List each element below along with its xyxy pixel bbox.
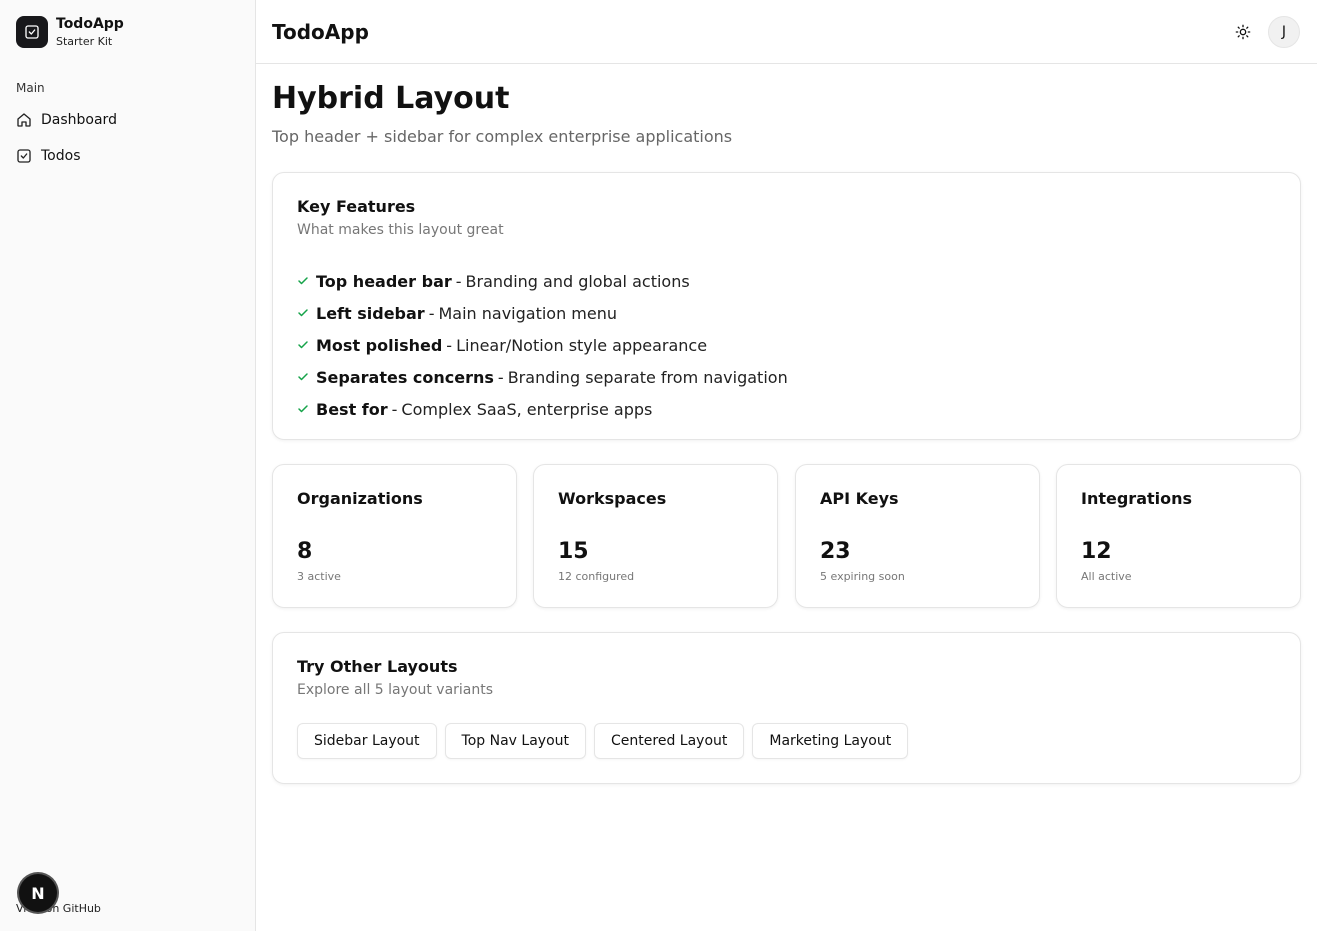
feature-item: Best for - Complex SaaS, enterprise apps <box>297 393 788 425</box>
feature-list: Top header bar - Branding and global actio… <box>297 265 788 425</box>
feature-text: Main navigation menu <box>438 303 618 323</box>
brand-subtitle: Starter Kit <box>56 35 113 48</box>
page-subtitle: Top header + sidebar for complex enterpr… <box>272 127 733 146</box>
centered-layout-button[interactable]: Centered Layout <box>594 723 745 759</box>
top-nav-layout-button[interactable]: Top Nav Layout <box>444 723 587 759</box>
stat-label: Integrations <box>1081 489 1193 508</box>
sidebar-item-todos[interactable]: Todos <box>8 140 248 172</box>
key-features-card: Key Features What makes this layout grea… <box>272 172 1301 440</box>
feature-item: Most polished - Linear/Notion style appear… <box>297 329 788 361</box>
sidebar-item-label: Dashboard <box>41 112 117 128</box>
nextjs-badge[interactable]: N <box>19 874 57 912</box>
user-avatar[interactable]: J <box>1268 16 1300 48</box>
brand[interactable]: TodoApp Starter Kit <box>16 16 124 48</box>
check-square-icon <box>17 149 31 163</box>
feature-separator: - <box>446 335 453 355</box>
check-icon <box>298 405 308 413</box>
layout-button-row: Sidebar Layout Top Nav Layout Centered L… <box>297 723 909 759</box>
sidebar-layout-button[interactable]: Sidebar Layout <box>297 723 437 759</box>
marketing-layout-button[interactable]: Marketing Layout <box>752 723 909 759</box>
stat-card-workspaces: Workspaces 15 12 configured <box>533 464 778 608</box>
check-icon <box>298 373 308 381</box>
feature-separator: - <box>497 367 504 387</box>
stat-card-organizations: Organizations 8 3 active <box>272 464 517 608</box>
feature-text: Linear/Notion style appearance <box>456 335 708 355</box>
sidebar: TodoApp Starter Kit Main Dashboard Todos… <box>0 0 256 931</box>
feature-name: Top header bar <box>316 271 452 291</box>
nav-section-label: Main <box>16 81 45 95</box>
stat-subtext: 12 configured <box>558 570 635 583</box>
card-description: Explore all 5 layout variants <box>297 682 494 698</box>
check-square-icon <box>16 16 48 48</box>
feature-text: Complex SaaS, enterprise apps <box>401 399 653 419</box>
sidebar-item-label: Todos <box>41 148 81 164</box>
check-icon <box>298 341 308 349</box>
sidebar-item-dashboard[interactable]: Dashboard <box>8 104 248 136</box>
feature-separator: - <box>428 303 435 323</box>
stat-label: Workspaces <box>558 489 667 508</box>
stat-value: 12 <box>1081 539 1112 564</box>
card-description: What makes this layout great <box>297 222 504 238</box>
page-title: Hybrid Layout <box>272 81 510 116</box>
check-icon <box>298 309 308 317</box>
feature-separator: - <box>391 399 398 419</box>
home-icon <box>17 113 31 127</box>
stat-subtext: 5 expiring soon <box>820 570 905 583</box>
stat-subtext: 3 active <box>297 570 341 583</box>
stat-value: 15 <box>558 539 589 564</box>
feature-name: Most polished <box>316 335 443 355</box>
stat-label: API Keys <box>820 489 899 508</box>
feature-name: Left sidebar <box>316 303 425 323</box>
stat-card-api-keys: API Keys 23 5 expiring soon <box>795 464 1040 608</box>
stat-value: 8 <box>297 539 313 564</box>
top-header: TodoApp J <box>256 0 1317 64</box>
feature-separator: - <box>455 271 462 291</box>
feature-item: Separates concerns - Branding separate fro… <box>297 361 788 393</box>
feature-name: Separates concerns <box>316 367 494 387</box>
feature-item: Left sidebar - Main navigation menu <box>297 297 788 329</box>
try-other-layouts-card: Try Other Layouts Explore all 5 layout v… <box>272 632 1301 784</box>
header-title: TodoApp <box>272 20 369 44</box>
card-title: Try Other Layouts <box>297 657 458 676</box>
stat-subtext: All active <box>1081 570 1132 583</box>
stat-value: 23 <box>820 539 851 564</box>
card-title: Key Features <box>297 197 416 216</box>
sun-icon <box>1235 24 1251 40</box>
stat-card-integrations: Integrations 12 All active <box>1056 464 1301 608</box>
feature-name: Best for <box>316 399 388 419</box>
feature-text: Branding separate from navigation <box>507 367 788 387</box>
check-icon <box>298 277 308 285</box>
stat-label: Organizations <box>297 489 423 508</box>
brand-title: TodoApp <box>56 16 124 32</box>
feature-item: Top header bar - Branding and global actio… <box>297 265 788 297</box>
theme-toggle-button[interactable] <box>1227 16 1259 48</box>
feature-text: Branding and global actions <box>465 271 690 291</box>
